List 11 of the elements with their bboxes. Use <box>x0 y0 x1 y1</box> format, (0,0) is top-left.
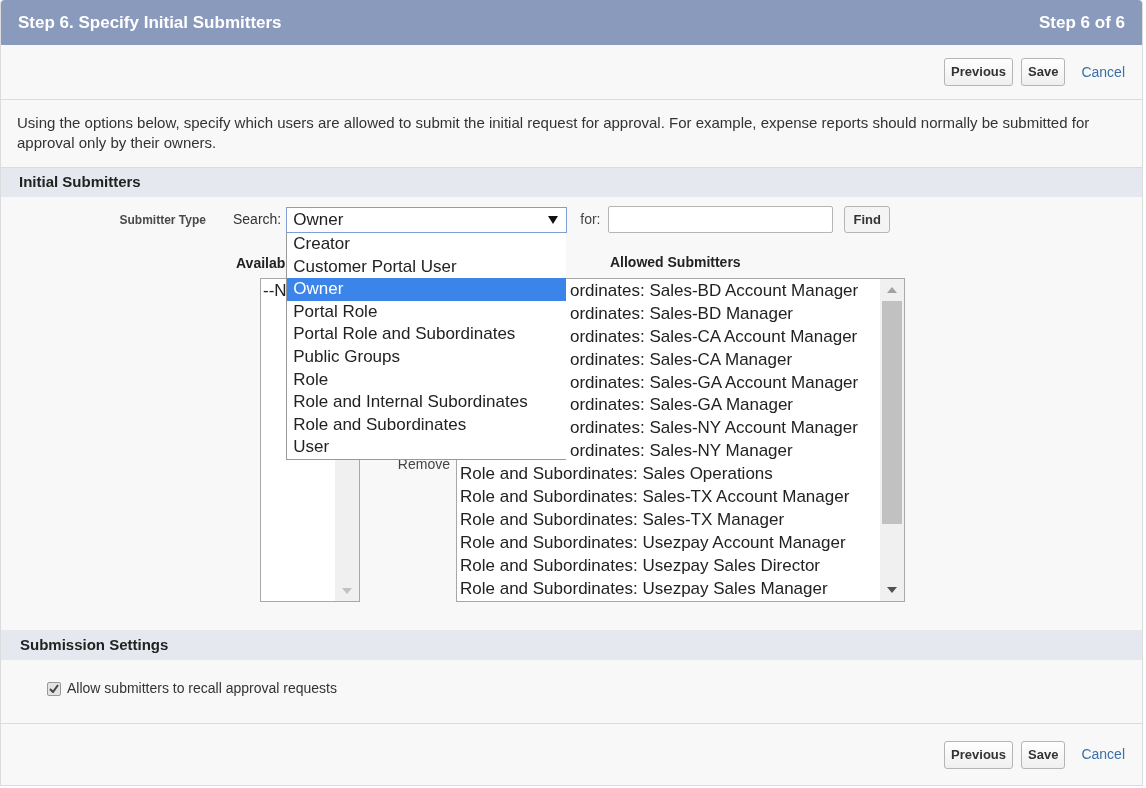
for-label: for: <box>580 210 601 229</box>
list-label: Allowed Submitters <box>609 254 741 270</box>
step-counter: Step 6 of 6 <box>1039 11 1125 34</box>
checkbox-label: Allow submitters to recall approval requests <box>67 679 337 698</box>
section-title: Submission Settings <box>20 634 169 655</box>
list-label: Availab <box>236 254 286 273</box>
description-text: Using the options below, specify which users are allowed to submit the initial request for approval. For example, expense reports should normally be submitted for approval only by their owners. <box>16 113 1091 153</box>
section-title: Initial Submitters <box>19 172 141 193</box>
field-label: Submitter Type <box>119 213 206 227</box>
search-label: Search: <box>233 210 282 229</box>
step-title: Step 6. Specify Initial Submitters <box>18 11 282 34</box>
